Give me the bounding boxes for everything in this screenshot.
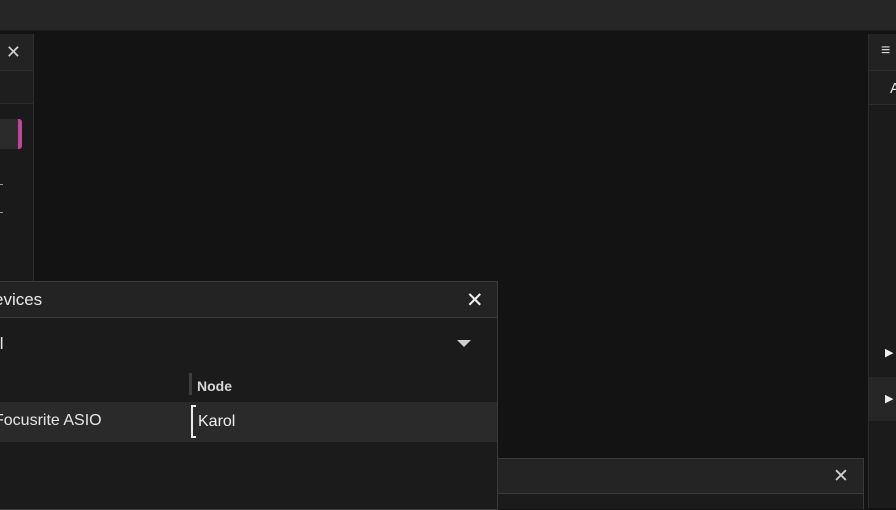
left-panel-marker xyxy=(0,212,3,213)
right-panel: ≡ A ▶ ▶ xyxy=(868,34,896,508)
bottom-panel: ✕ xyxy=(498,458,864,509)
table-row[interactable]: Focusrite ASIO Karol xyxy=(0,402,497,442)
left-panel-header: ✕ xyxy=(0,34,33,71)
top-toolbar xyxy=(0,0,896,31)
column-resize-handle[interactable] xyxy=(189,373,192,395)
right-panel-tab-label: A xyxy=(890,80,896,97)
table-header: Node xyxy=(0,368,497,402)
right-panel-header: ≡ xyxy=(869,34,896,71)
devices-panel: evices ✕ ll Node Focusrite ASIO Karol xyxy=(0,281,498,510)
dropdown-arrow-icon[interactable] xyxy=(457,340,471,347)
close-icon[interactable]: ✕ xyxy=(466,288,484,313)
expand-arrow-icon[interactable]: ▶ xyxy=(885,346,893,359)
device-filter-value: ll xyxy=(0,334,4,353)
column-header-node[interactable]: Node xyxy=(197,378,232,394)
devices-panel-titlebar: evices ✕ xyxy=(0,282,497,318)
left-panel-selected-item[interactable] xyxy=(0,119,22,149)
close-icon[interactable]: ✕ xyxy=(6,43,21,61)
right-panel-tab[interactable]: A xyxy=(869,71,896,105)
left-panel-toolbar xyxy=(0,71,33,104)
node-value: Karol xyxy=(198,413,236,430)
expand-arrow-icon[interactable]: ▶ xyxy=(885,392,893,405)
bottom-panel-header: ✕ xyxy=(498,459,863,494)
device-filter-select[interactable]: ll xyxy=(0,318,497,366)
selection-bracket xyxy=(191,405,196,438)
left-panel-marker xyxy=(0,184,3,185)
node-cell[interactable]: Karol xyxy=(191,405,471,439)
close-icon[interactable]: ✕ xyxy=(833,465,849,488)
left-panel: ✕ xyxy=(0,34,34,294)
panel-title: evices xyxy=(0,290,43,309)
hamburger-menu-icon[interactable]: ≡ xyxy=(881,42,890,60)
device-name-cell: Focusrite ASIO xyxy=(0,412,102,429)
